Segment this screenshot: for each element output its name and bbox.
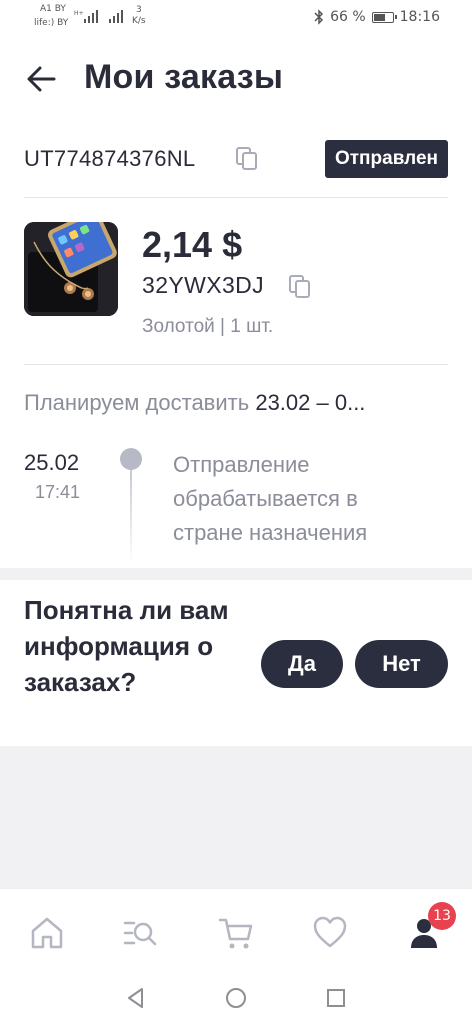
system-navigation-bar bbox=[0, 974, 472, 1024]
delivery-estimate: Планируем доставить 23.02 – 0... bbox=[24, 390, 444, 416]
bluetooth-icon bbox=[314, 9, 324, 25]
feedback-yes-button[interactable]: Да bbox=[261, 640, 343, 688]
delivery-label: Планируем доставить bbox=[24, 390, 250, 415]
app-header: Мои заказы bbox=[0, 52, 472, 108]
system-recents-icon[interactable] bbox=[324, 986, 348, 1010]
page-title: Мои заказы bbox=[84, 58, 284, 96]
svg-text:H+: H+ bbox=[74, 10, 84, 17]
clock: 18:16 bbox=[399, 9, 440, 25]
tracking-number: UT774874376NL bbox=[24, 146, 196, 171]
product-thumbnail[interactable] bbox=[24, 222, 118, 316]
home-icon[interactable] bbox=[29, 915, 65, 951]
signal-strength-icon: H+ bbox=[74, 10, 98, 23]
cart-icon[interactable] bbox=[218, 915, 254, 951]
order-price: 2,14 $ bbox=[142, 224, 243, 265]
status-right: 66 % 18:16 bbox=[314, 9, 440, 25]
bottom-navigation bbox=[0, 888, 472, 974]
system-back-icon[interactable] bbox=[124, 986, 148, 1010]
section-separator bbox=[0, 568, 472, 580]
product-variant: Золотой | 1 шт. bbox=[142, 316, 274, 337]
battery-icon bbox=[371, 11, 397, 23]
system-home-icon[interactable] bbox=[224, 986, 248, 1010]
signal-strength-2-icon bbox=[109, 10, 123, 23]
status-bar: A1 BY life:) BY H+ 3 K/s 66 % 18:16 bbox=[0, 0, 472, 40]
favorites-heart-icon[interactable] bbox=[312, 915, 348, 951]
timeline-event-text: Отправление обрабатывается в стране назн… bbox=[173, 452, 368, 545]
tracking-row: UT774874376NL Отправлен bbox=[24, 140, 448, 180]
delivery-dates: 23.02 – 0... bbox=[255, 390, 366, 415]
network-speed: 3 K/s bbox=[132, 5, 146, 27]
order-sku: 32YWX3DJ bbox=[142, 272, 265, 298]
network-speed-unit: K/s bbox=[132, 16, 146, 26]
timeline-time: 17:41 bbox=[35, 482, 81, 502]
profile-notification-badge: 13 bbox=[428, 902, 456, 930]
operator-label-2: life:) BY bbox=[34, 18, 69, 28]
timeline-date: 25.02 bbox=[24, 450, 80, 475]
feedback-question: Понятна ли вам информация о заказах? bbox=[24, 595, 229, 697]
product-image bbox=[24, 222, 118, 316]
divider bbox=[24, 364, 448, 365]
copy-tracking-icon[interactable] bbox=[236, 147, 258, 171]
feedback-no-button[interactable]: Нет bbox=[355, 640, 448, 688]
divider bbox=[24, 197, 448, 198]
network-speed-value: 3 bbox=[135, 5, 142, 15]
catalog-search-icon[interactable] bbox=[122, 915, 158, 951]
timeline-line bbox=[130, 470, 132, 566]
copy-sku-icon[interactable] bbox=[289, 275, 311, 299]
arrow-left-icon[interactable] bbox=[24, 64, 58, 94]
empty-area bbox=[0, 746, 472, 888]
status-badge: Отправлен bbox=[324, 140, 448, 178]
timeline-dot bbox=[120, 448, 142, 470]
battery-percent: 66 % bbox=[330, 9, 366, 25]
operator-label-1: A1 BY bbox=[40, 4, 66, 14]
